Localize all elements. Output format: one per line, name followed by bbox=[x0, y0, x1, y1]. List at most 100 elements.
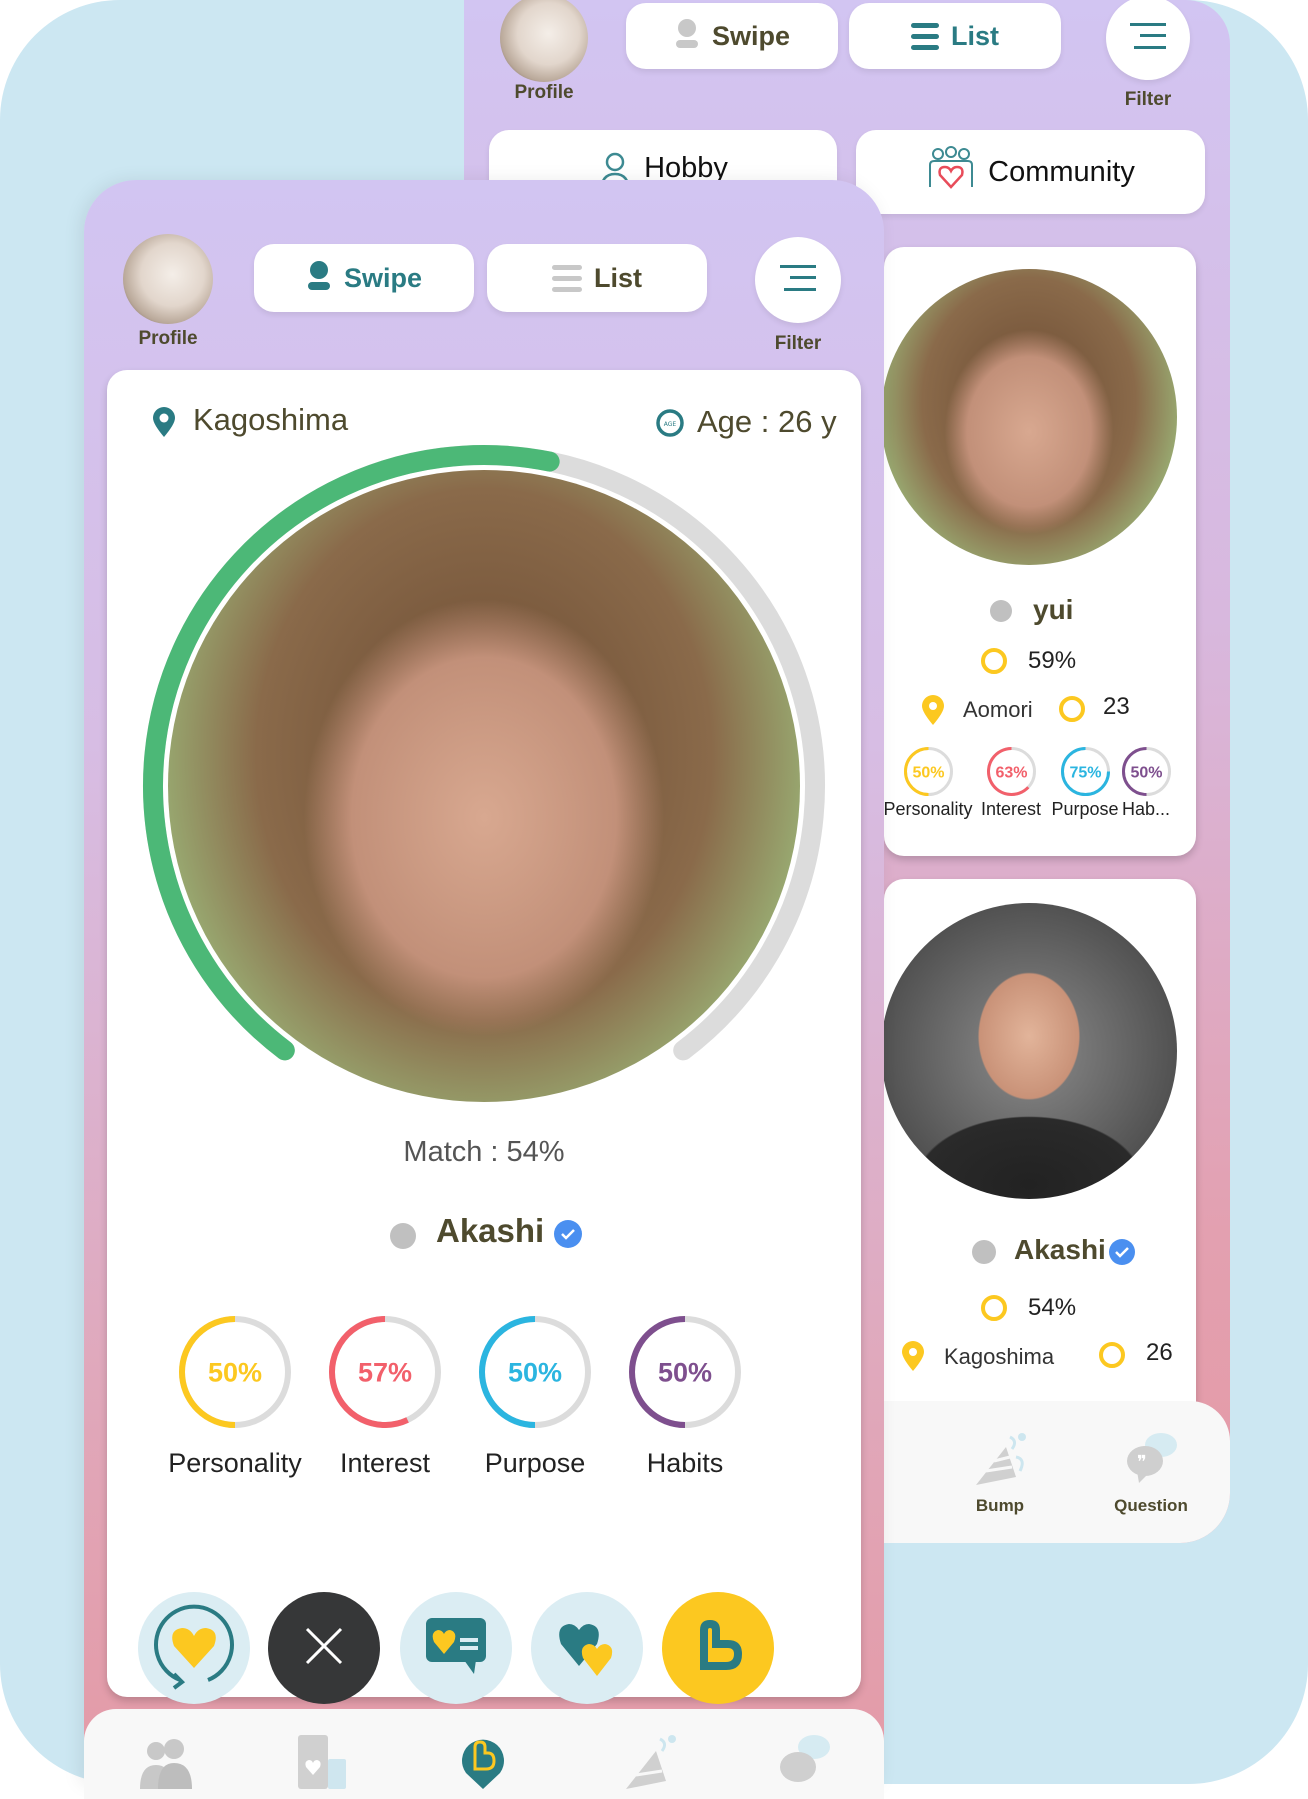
score-percent: 50% bbox=[208, 1358, 262, 1388]
chat-bubbles-icon bbox=[774, 1735, 834, 1795]
score-percent: 50% bbox=[1130, 764, 1162, 781]
nav-bump[interactable]: Bump bbox=[960, 1431, 1040, 1531]
profile-label: Profile bbox=[514, 82, 574, 103]
list-label: List bbox=[950, 20, 999, 51]
swipe-card[interactable]: Kagoshima AGE Age : 26 y Match : 54% Aka… bbox=[107, 370, 861, 1704]
person-icon bbox=[674, 18, 700, 55]
age-text: 23 bbox=[1103, 693, 1130, 720]
filter-label: Filter bbox=[774, 333, 822, 354]
double-heart-icon bbox=[555, 1614, 619, 1683]
verified-badge-icon bbox=[552, 1218, 584, 1255]
profile-photo bbox=[881, 269, 1177, 565]
profile-avatar[interactable] bbox=[123, 234, 213, 324]
score-ring-personality: 50% bbox=[179, 1316, 291, 1428]
profile-photo bbox=[881, 903, 1177, 1199]
score-percent: 63% bbox=[995, 764, 1027, 781]
age-icon bbox=[1098, 1341, 1126, 1374]
score-label: Habits bbox=[646, 1448, 724, 1478]
score-ring-hab: 50% bbox=[1121, 746, 1171, 796]
super-like-button[interactable] bbox=[531, 1592, 643, 1704]
filter-icon bbox=[1128, 21, 1168, 56]
age-text: 26 bbox=[1146, 1339, 1173, 1366]
location-text: Kagoshima bbox=[944, 1344, 1055, 1369]
chat-bubbles-icon: ❞ bbox=[1121, 1433, 1181, 1491]
bottom-nav: Bump ❞ Question bbox=[884, 1401, 1230, 1543]
front-phone-screen: Profile Swipe List Filter Kagoshima AGE … bbox=[84, 180, 884, 1799]
cards-icon bbox=[294, 1735, 350, 1793]
profile-avatar[interactable] bbox=[500, 0, 588, 82]
match-ring-icon bbox=[980, 647, 1008, 680]
score-ring-personality: 50% bbox=[903, 746, 953, 796]
tab-community-label: Community bbox=[988, 155, 1135, 188]
app-logo-icon bbox=[460, 1739, 506, 1793]
profile-photo bbox=[168, 470, 800, 1102]
score-ring-interest: 63% bbox=[986, 746, 1036, 796]
nav-question[interactable]: ❞ Question bbox=[1106, 1431, 1196, 1531]
score-ring-purpose: 75% bbox=[1060, 746, 1110, 796]
location-text: Aomori bbox=[963, 697, 1033, 722]
nav-cards[interactable] bbox=[294, 1735, 350, 1794]
list-icon bbox=[551, 259, 582, 298]
tab-community[interactable]: Community bbox=[856, 130, 1205, 214]
score-percent: 50% bbox=[508, 1358, 562, 1388]
online-status-dot bbox=[390, 1223, 416, 1249]
online-status-dot bbox=[972, 1240, 996, 1264]
nav-matches[interactable] bbox=[136, 1739, 196, 1794]
swipe-label: Swipe bbox=[343, 262, 423, 293]
match-percent: 54% bbox=[1028, 1294, 1077, 1321]
score-percent: 50% bbox=[912, 764, 944, 781]
online-status-dot bbox=[990, 600, 1012, 622]
heart-refresh-icon bbox=[144, 1596, 244, 1701]
filter-button[interactable] bbox=[755, 237, 841, 323]
match-text: Match : 54% bbox=[403, 1136, 565, 1168]
couple-icon bbox=[136, 1739, 196, 1793]
age-icon bbox=[1058, 695, 1086, 728]
location-pin-icon bbox=[920, 694, 946, 731]
score-label: Purpose bbox=[484, 1448, 586, 1478]
list-button[interactable]: List bbox=[487, 244, 707, 312]
boost-button[interactable] bbox=[662, 1592, 774, 1704]
match-ring-icon bbox=[980, 1294, 1008, 1327]
list-button[interactable]: List bbox=[849, 3, 1061, 69]
dislike-button[interactable] bbox=[268, 1592, 380, 1704]
app-logo-icon bbox=[688, 1616, 748, 1681]
party-popper-icon bbox=[972, 1433, 1028, 1491]
list-label: List bbox=[593, 262, 642, 293]
location-pin-icon bbox=[900, 1340, 926, 1377]
nav-bump[interactable] bbox=[622, 1733, 678, 1794]
score-ring-purpose: 50% bbox=[479, 1316, 591, 1428]
score-label: Personality bbox=[168, 1448, 302, 1478]
score-ring-habits: 50% bbox=[629, 1316, 741, 1428]
swipe-button[interactable]: Swipe bbox=[626, 3, 838, 69]
profile-card-akashi[interactable]: Akashi 54% Kagoshima 26 bbox=[881, 879, 1196, 1439]
match-percent: 59% bbox=[1028, 647, 1077, 674]
message-like-button[interactable] bbox=[400, 1592, 512, 1704]
score-percent: 57% bbox=[358, 1358, 412, 1388]
profile-name: yui bbox=[1033, 594, 1074, 625]
profile-name: Akashi bbox=[1014, 1234, 1106, 1265]
close-icon bbox=[304, 1626, 344, 1671]
profile-label: Profile bbox=[138, 328, 198, 349]
filter-label: Filter bbox=[1124, 89, 1172, 110]
swipe-button[interactable]: Swipe bbox=[254, 244, 474, 312]
nav-question-label: Question bbox=[1114, 1496, 1188, 1515]
score-percent: 75% bbox=[1069, 764, 1101, 781]
nav-swipe[interactable] bbox=[460, 1733, 506, 1794]
group-heart-icon bbox=[926, 145, 976, 199]
svg-text:❞: ❞ bbox=[1137, 1452, 1147, 1473]
party-popper-icon bbox=[622, 1735, 678, 1793]
person-icon bbox=[306, 260, 332, 297]
score-ring-interest: 57% bbox=[329, 1316, 441, 1428]
filter-icon bbox=[778, 263, 818, 298]
filter-button[interactable] bbox=[1106, 0, 1190, 80]
nav-bump-label: Bump bbox=[975, 1496, 1025, 1515]
score-label: Hab... bbox=[1121, 799, 1171, 819]
bottom-nav bbox=[84, 1709, 884, 1799]
rewind-like-button[interactable] bbox=[138, 1592, 250, 1704]
heart-message-icon bbox=[424, 1614, 488, 1683]
score-label: Interest bbox=[339, 1448, 431, 1478]
profile-card-yui[interactable]: yui 59% Aomori 23 50% Personality 63% Inter… bbox=[881, 247, 1196, 856]
verified-badge-icon bbox=[1107, 1237, 1137, 1272]
nav-question[interactable] bbox=[774, 1731, 834, 1796]
swipe-label: Swipe bbox=[711, 20, 791, 51]
